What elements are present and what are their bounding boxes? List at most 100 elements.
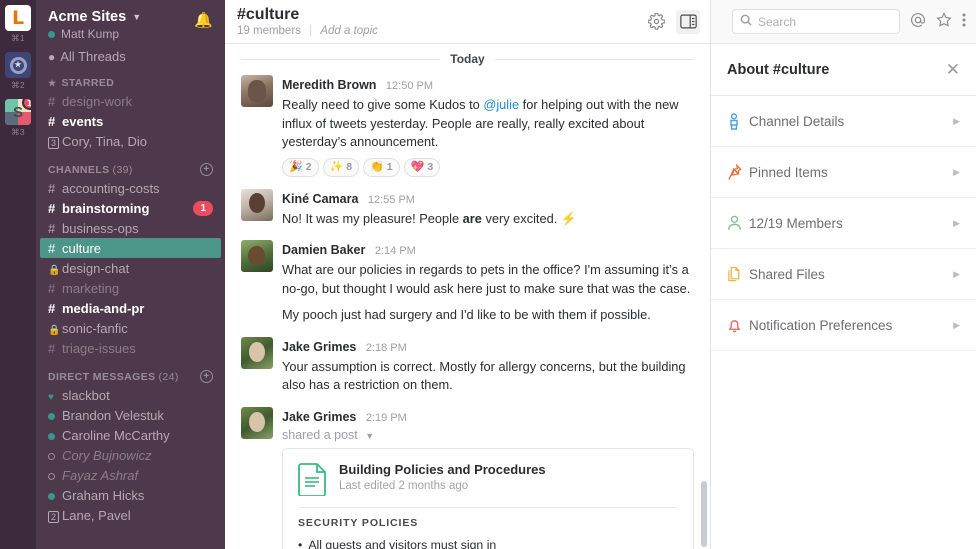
shared-post-label[interactable]: shared a post ▼ <box>282 428 694 442</box>
panel-title: About #culture <box>727 61 830 78</box>
sidebar-item-all-threads[interactable]: ● All Threads <box>36 45 225 74</box>
gear-icon[interactable] <box>644 10 668 34</box>
scrollbar-thumb[interactable] <box>701 481 707 547</box>
date-divider: Today <box>225 44 710 70</box>
panel-row-channel-details[interactable]: Channel Details ▶ <box>711 96 976 147</box>
search-input[interactable] <box>758 14 892 29</box>
sidebar-item-group-cory-tina-dio[interactable]: 3 Cory, Tina, Dio <box>36 131 225 151</box>
more-vertical-icon[interactable] <box>962 12 966 32</box>
workspace-acme-sites[interactable]: L ⌘1 <box>5 5 31 50</box>
sidebar-item-label: design-work <box>62 93 133 109</box>
sidebar-item-graham-hicks[interactable]: Graham Hicks <box>36 485 225 505</box>
message-text: What are our policies in regards to pets… <box>282 262 691 296</box>
workspace-second[interactable]: ★ ⌘2 <box>5 52 31 97</box>
sidebar-item-marketing[interactable]: # marketing <box>36 278 225 298</box>
member-count[interactable]: 19 members <box>237 25 301 37</box>
sidebar-item-triage-issues[interactable]: # triage-issues <box>36 338 225 358</box>
team-header[interactable]: Acme Sites ▼ Matt Kump 🔔 <box>36 0 225 45</box>
message-text-pre: Really need to give some Kudos to <box>282 97 484 112</box>
workspace-third[interactable]: S 1 ⌘3 <box>5 99 31 144</box>
sidebar-item-brandon-velestuk[interactable]: Brandon Velestuk <box>36 405 225 425</box>
sidebar-item-design-chat[interactable]: 🔒 design-chat <box>36 258 225 278</box>
reaction-count: 2 <box>305 161 312 174</box>
starred-label: STARRED <box>61 77 115 89</box>
avatar[interactable] <box>241 240 273 273</box>
post-meta: Last edited 2 months ago <box>339 479 469 492</box>
add-dm-icon[interactable]: + <box>200 370 213 383</box>
panel-row-label: Notification Preferences <box>749 317 893 333</box>
search-box[interactable] <box>732 9 900 34</box>
chevron-down-icon[interactable]: ▼ <box>365 431 374 441</box>
panel-row-pinned-items[interactable]: Pinned Items ▶ <box>711 147 976 198</box>
sidebar-item-label: Graham Hicks <box>62 487 145 503</box>
current-user[interactable]: Matt Kump <box>48 27 194 41</box>
sidebar-item-caroline-mccarthy[interactable]: Caroline McCarthy <box>36 425 225 445</box>
sidebar-item-cory-bujnowicz[interactable]: Cory Bujnowicz <box>36 445 225 465</box>
message-text-post: very excited. ⚡ <box>481 210 577 226</box>
sidebar-item-label: Caroline McCarthy <box>62 427 170 443</box>
reaction-pill[interactable]: ✨ 8 <box>322 157 360 177</box>
post-title[interactable]: Building Policies and Procedures <box>339 462 546 477</box>
at-icon[interactable] <box>910 12 926 32</box>
notifications-bell-icon[interactable]: 🔔 <box>194 9 213 29</box>
sidebar-item-label: Cory, Tina, Dio <box>62 133 148 149</box>
post-attachment-card[interactable]: Building Policies and Procedures Last ed… <box>282 447 694 549</box>
panel-row-label: Pinned Items <box>749 164 828 180</box>
reaction-pill[interactable]: 💖 3 <box>403 157 441 177</box>
message: Jake Grimes 2:18 PM Your assumption is c… <box>225 325 710 395</box>
message-author[interactable]: Damien Baker <box>282 243 365 257</box>
sidebar-item-design-work[interactable]: # design-work <box>36 91 225 111</box>
sidebar-item-slackbot[interactable]: ♥ slackbot <box>36 385 225 405</box>
add-topic-link[interactable]: Add a topic <box>320 25 378 37</box>
close-icon[interactable]: ✕ <box>946 60 960 80</box>
reaction-pill[interactable]: 👏 1 <box>363 157 400 177</box>
panel-row-shared-files[interactable]: Shared Files ▶ <box>711 249 976 300</box>
right-panel-icon[interactable] <box>676 9 700 34</box>
message-shared-post: Jake Grimes 2:19 PM shared a post ▼ Buil… <box>225 395 710 549</box>
avatar[interactable] <box>241 75 273 107</box>
sidebar-item-label: marketing <box>62 280 120 296</box>
message-author[interactable]: Meredith Brown <box>282 78 376 92</box>
message-author[interactable]: Jake Grimes <box>282 340 356 354</box>
sidebar-item-fayaz-ashraf[interactable]: Fayaz Ashraf <box>36 465 225 485</box>
message-author[interactable]: Jake Grimes <box>282 410 356 424</box>
team-name[interactable]: Acme Sites ▼ <box>48 9 194 25</box>
sidebar-item-business-ops[interactable]: # business-ops <box>36 218 225 238</box>
sidebar-item-accounting-costs[interactable]: # accounting-costs <box>36 178 225 198</box>
reaction-pill[interactable]: 🎉 2 <box>282 157 319 177</box>
message-scrollbar[interactable] <box>701 44 708 549</box>
sidebar-item-sonic-fanfic[interactable]: 🔒 sonic-fanfic <box>36 318 225 338</box>
hash-icon: # <box>48 280 56 296</box>
post-section-heading: SECURITY POLICIES <box>298 516 419 529</box>
sidebar-item-events[interactable]: # events <box>36 111 225 131</box>
avatar[interactable] <box>241 188 273 221</box>
avatar[interactable] <box>241 406 273 439</box>
chevron-down-icon: ▼ <box>132 12 142 22</box>
sidebar-item-culture[interactable]: # culture <box>40 238 221 258</box>
message-header: Damien Baker 2:14 PM <box>282 240 694 260</box>
person-icon <box>727 215 749 231</box>
sidebar-item-lane-pavel[interactable]: 2 Lane, Pavel <box>36 505 225 525</box>
panel-row-notification-preferences[interactable]: Notification Preferences ▶ <box>711 300 976 351</box>
star-icon: ★ <box>48 77 57 88</box>
sidebar-item-brainstorming[interactable]: # brainstorming 1 <box>36 198 225 218</box>
message: Damien Baker 2:14 PM What are our polici… <box>225 228 710 325</box>
group-icon: 3 <box>48 134 60 149</box>
panel-row-label: 12/19 Members <box>749 215 843 231</box>
bullet-icon: • <box>298 537 303 549</box>
star-icon[interactable] <box>936 11 952 32</box>
panel-row-members[interactable]: 12/19 Members ▶ <box>711 198 976 249</box>
lock-icon: 🔒 <box>48 264 61 276</box>
date-divider-label: Today <box>450 52 485 66</box>
channels-section-header[interactable]: CHANNELS (39) + <box>36 160 225 178</box>
message-author[interactable]: Kiné Camara <box>282 192 358 206</box>
starred-section-header: ★ STARRED <box>36 74 225 91</box>
add-channel-icon[interactable]: + <box>200 163 213 176</box>
page-title: #culture <box>237 5 300 23</box>
dm-section-header[interactable]: DIRECT MESSAGES (24) + <box>36 367 225 385</box>
user-mention[interactable]: @julie <box>483 97 519 112</box>
hash-icon: # <box>48 93 56 109</box>
document-icon <box>298 462 328 497</box>
sidebar-item-media-and-pr[interactable]: # media-and-pr <box>36 298 225 318</box>
avatar[interactable] <box>241 336 273 369</box>
